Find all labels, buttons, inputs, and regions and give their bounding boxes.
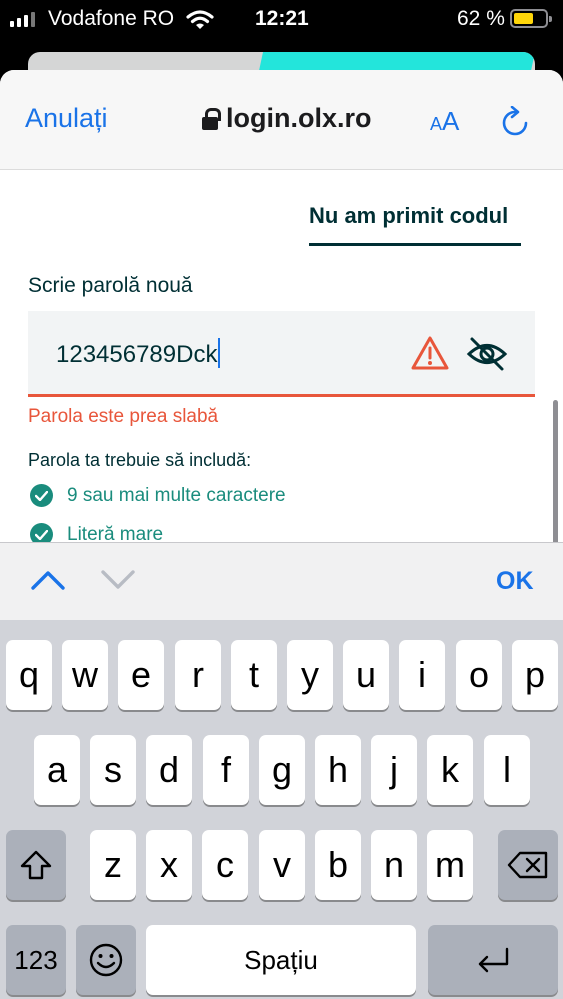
password-rules-title: Parola ta trebuie să includă: xyxy=(28,450,252,470)
keyboard: qwertyuiop asdfghjkl zxcvbnm 123 Spațiu xyxy=(0,620,563,999)
key-t[interactable]: t xyxy=(231,640,277,710)
resend-code-link[interactable]: Nu am primit codul xyxy=(309,203,508,229)
password-rule-item: 9 sau mai multe caractere xyxy=(30,484,286,507)
key-y[interactable]: y xyxy=(287,640,333,710)
warning-icon xyxy=(411,336,449,370)
keyboard-accessory-bar: OK xyxy=(0,542,563,620)
browser-toolbar: Anulați login.olx.ro AA xyxy=(0,70,563,170)
key-w[interactable]: w xyxy=(62,640,108,710)
key-i[interactable]: i xyxy=(399,640,445,710)
password-rule-label: 9 sau mai multe caractere xyxy=(67,484,286,506)
numbers-key[interactable]: 123 xyxy=(6,925,66,995)
key-g[interactable]: g xyxy=(259,735,305,805)
new-password-label: Scrie parolă nouă xyxy=(28,274,193,297)
key-x[interactable]: x xyxy=(146,830,192,900)
clock: 12:21 xyxy=(255,7,309,30)
battery-percent: 62 % xyxy=(457,7,505,30)
key-m[interactable]: m xyxy=(427,830,473,900)
return-icon xyxy=(478,947,509,973)
key-h[interactable]: h xyxy=(315,735,361,805)
key-n[interactable]: n xyxy=(371,830,417,900)
done-button[interactable]: OK xyxy=(496,567,534,596)
address-bar[interactable]: login.olx.ro xyxy=(202,103,372,134)
backspace-key[interactable] xyxy=(498,830,558,900)
carrier-name: Vodafone RO xyxy=(48,7,175,30)
text-size-small-label: A xyxy=(430,114,443,134)
lock-icon xyxy=(202,107,221,130)
chevron-down-icon[interactable] xyxy=(100,569,136,591)
reload-icon[interactable] xyxy=(500,106,530,138)
check-circle-icon xyxy=(30,484,53,507)
key-p[interactable]: p xyxy=(512,640,558,710)
cellular-signal-icon xyxy=(10,11,35,27)
key-r[interactable]: r xyxy=(175,640,221,710)
space-key[interactable]: Spațiu xyxy=(146,925,416,995)
backspace-icon xyxy=(507,851,548,879)
key-o[interactable]: o xyxy=(456,640,502,710)
key-c[interactable]: c xyxy=(202,830,248,900)
return-key[interactable] xyxy=(428,925,558,995)
key-k[interactable]: k xyxy=(427,735,473,805)
key-j[interactable]: j xyxy=(371,735,417,805)
key-q[interactable]: q xyxy=(6,640,52,710)
key-s[interactable]: s xyxy=(90,735,136,805)
key-d[interactable]: d xyxy=(146,735,192,805)
battery-level xyxy=(514,13,533,24)
key-l[interactable]: l xyxy=(484,735,530,805)
key-u[interactable]: u xyxy=(343,640,389,710)
key-b[interactable]: b xyxy=(315,830,361,900)
text-size-large-label: A xyxy=(442,106,460,136)
status-bar: Vodafone RO 12:21 62 % xyxy=(0,0,563,40)
battery-icon xyxy=(510,9,552,28)
text-caret xyxy=(218,338,221,368)
new-password-input[interactable]: 123456789Dck xyxy=(28,311,535,397)
key-e[interactable]: e xyxy=(118,640,164,710)
url-text: login.olx.ro xyxy=(226,103,372,133)
text-size-button[interactable]: AA xyxy=(430,106,459,137)
emoji-key[interactable] xyxy=(76,925,136,995)
page-scrollbar[interactable] xyxy=(553,400,558,545)
key-z[interactable]: z xyxy=(90,830,136,900)
wifi-icon xyxy=(186,10,214,29)
resend-link-underline xyxy=(309,243,521,246)
password-input-value: 123456789Dck xyxy=(56,338,221,369)
shift-icon xyxy=(20,850,52,880)
key-f[interactable]: f xyxy=(203,735,249,805)
shift-key[interactable] xyxy=(6,830,66,900)
eye-off-icon[interactable] xyxy=(466,335,508,373)
key-a[interactable]: a xyxy=(34,735,80,805)
emoji-icon xyxy=(89,943,123,977)
key-v[interactable]: v xyxy=(259,830,305,900)
cancel-button[interactable]: Anulați xyxy=(25,103,108,134)
password-error-message: Parola este prea slabă xyxy=(28,406,219,427)
chevron-up-icon[interactable] xyxy=(30,569,66,591)
